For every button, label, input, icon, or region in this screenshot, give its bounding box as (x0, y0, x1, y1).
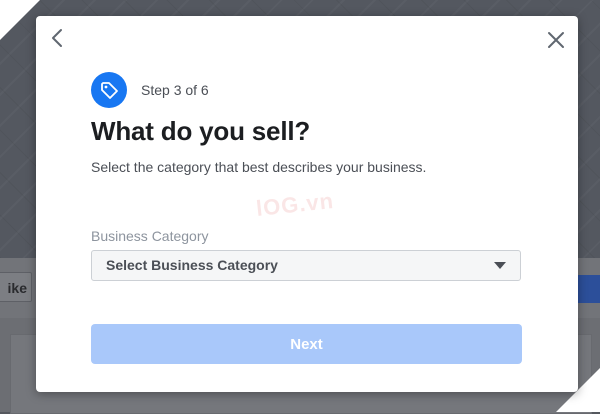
tag-icon (91, 72, 127, 108)
page-subtitle: Select the category that best describes … (91, 159, 427, 175)
close-icon (548, 32, 564, 48)
primary-page-button (576, 275, 600, 303)
like-button: ike (0, 272, 32, 302)
business-setup-modal: Step 3 of 6 What do you sell? Select the… (36, 16, 578, 392)
caret-down-icon (494, 262, 506, 269)
close-button[interactable] (546, 30, 566, 50)
page-title: What do you sell? (91, 116, 311, 146)
business-category-select[interactable]: Select Business Category (91, 250, 521, 281)
step-indicator: Step 3 of 6 (91, 72, 209, 108)
step-label: Step 3 of 6 (141, 82, 209, 98)
chevron-left-icon (52, 29, 62, 47)
select-value: Select Business Category (106, 257, 278, 273)
business-category-label: Business Category (91, 228, 209, 244)
next-button[interactable]: Next (91, 324, 522, 364)
watermark: lOG.vn (254, 187, 336, 222)
back-button[interactable] (48, 26, 68, 50)
corner-decoration (0, 0, 40, 40)
